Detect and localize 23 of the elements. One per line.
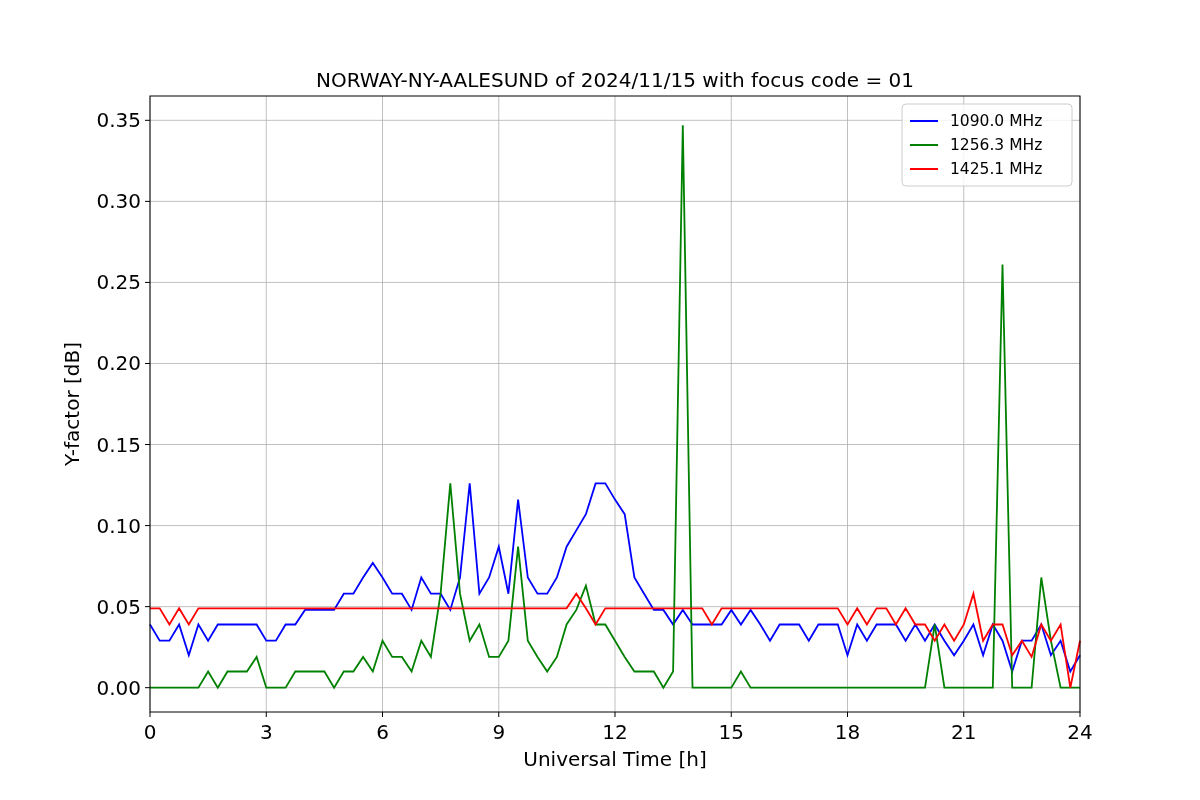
tick-label: 0.25 — [96, 270, 141, 295]
x-axis-label: Universal Time [h] — [523, 747, 707, 771]
legend-label: 1256.3 MHz — [950, 136, 1043, 154]
chart-title: NORWAY-NY-AALESUND of 2024/11/15 with focus code = 01 — [316, 68, 914, 92]
tick-label: 15 — [718, 720, 744, 744]
tick-label: 0.20 — [96, 351, 141, 376]
tick-label: 6 — [376, 720, 389, 744]
tick-label: 18 — [834, 720, 861, 744]
tick-label: 3 — [259, 720, 273, 744]
tick-label: 0.35 — [96, 108, 141, 133]
legend-label: 1090.0 MHz — [950, 112, 1043, 130]
tick-label: 24 — [1067, 720, 1093, 744]
tick-label: 0.05 — [96, 594, 141, 619]
tick-label: 21 — [951, 720, 977, 744]
tick-label: 0.15 — [96, 432, 141, 457]
tick-label: 9 — [492, 720, 506, 744]
tick-label: 0 — [143, 720, 157, 744]
tick-label: 12 — [602, 720, 628, 744]
tick-label: 0.00 — [96, 675, 141, 700]
tick-label: 0.10 — [96, 513, 141, 538]
legend-label: 1425.1 MHz — [950, 160, 1043, 178]
y-axis-label: Y-factor [dB] — [60, 342, 84, 466]
tick-label: 0.30 — [96, 189, 141, 214]
